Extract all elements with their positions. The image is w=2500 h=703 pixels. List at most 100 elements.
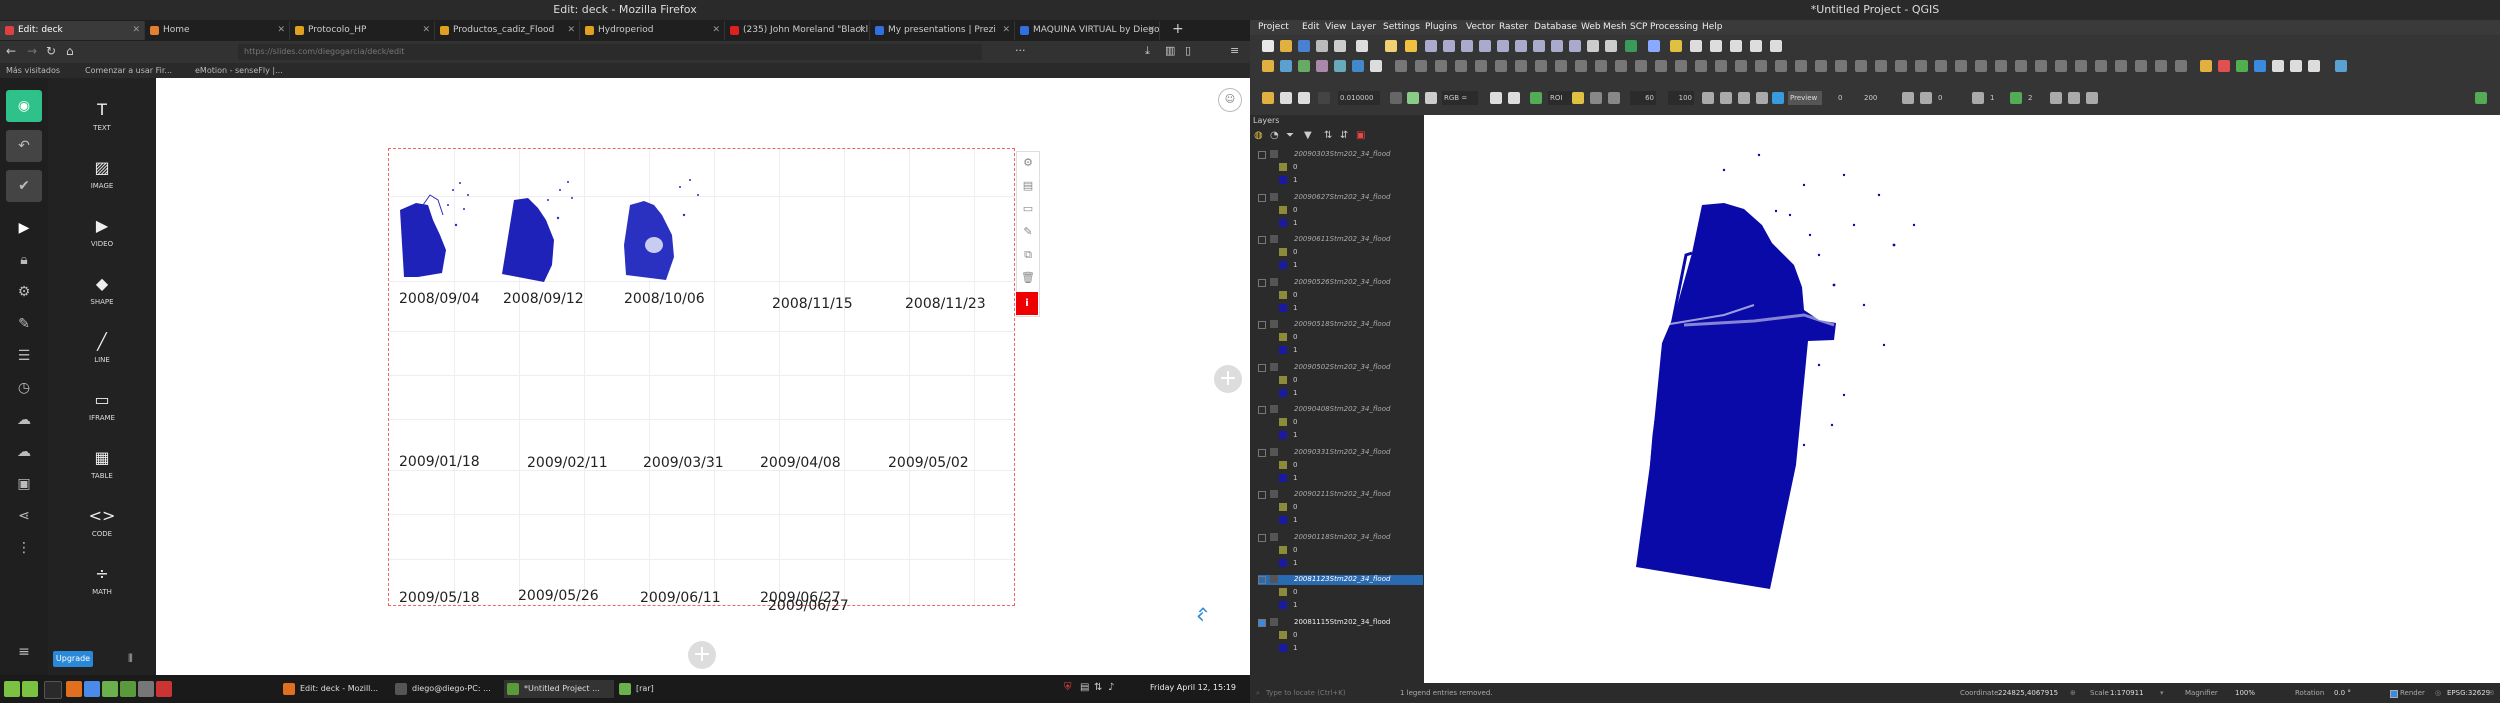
scp-preview-icon[interactable] <box>2236 60 2248 72</box>
layer-checkbox[interactable] <box>1258 321 1266 329</box>
image-library-icon[interactable]: ▣ <box>6 468 42 500</box>
layer-checkbox[interactable] <box>1258 193 1266 202</box>
label-apply-icon[interactable] <box>1955 60 1967 72</box>
tab-maquina[interactable]: MAQUINA VIRTUAL by Diego... ✕ <box>1015 21 1160 40</box>
redo-icon[interactable] <box>1575 60 1587 72</box>
new-map-view-icon[interactable] <box>1587 40 1599 52</box>
tab-prezi[interactable]: My presentations | Prezi ✕ <box>870 21 1015 40</box>
coordinate-field[interactable]: 224825,4067915 <box>1998 683 2058 703</box>
label-edit-icon[interactable] <box>2015 60 2027 72</box>
layer-name[interactable]: 20090211Stm202_34_flood <box>1294 490 1390 498</box>
scp-tools-icon[interactable] <box>2050 92 2062 104</box>
scp-class-icon[interactable] <box>1720 92 1732 104</box>
add-vector-icon[interactable] <box>1262 60 1274 72</box>
add-mesh-icon[interactable] <box>1298 60 1310 72</box>
tab-home[interactable]: Home ✕ <box>145 21 290 40</box>
upgrade-button[interactable]: Upgrade <box>53 651 93 667</box>
edit-icon[interactable] <box>1415 60 1427 72</box>
scp-tool-icon[interactable] <box>2218 60 2230 72</box>
label-move-icon[interactable] <box>1835 60 1847 72</box>
scp-settings-icon[interactable] <box>2290 60 2302 72</box>
tool-line[interactable]: ╱ LINE <box>48 332 156 364</box>
close-icon[interactable]: ✕ <box>1147 21 1155 40</box>
zoom-next-icon[interactable] <box>1569 40 1581 52</box>
close-icon[interactable]: ✕ <box>132 21 140 40</box>
firefox-icon[interactable] <box>66 681 82 697</box>
scp-help-icon[interactable] <box>2272 60 2284 72</box>
label-new-icon[interactable] <box>2035 60 2047 72</box>
layer-item[interactable]: 20090331Stm202_34_flood 0 1 <box>1258 447 1423 490</box>
label-copy-icon[interactable] <box>2115 60 2127 72</box>
label-save-icon[interactable] <box>2075 60 2087 72</box>
menu-vector[interactable]: Vector <box>1466 20 1495 35</box>
close-icon[interactable]: ✕ <box>1002 21 1010 40</box>
magnifier-field[interactable]: 100% <box>2235 683 2255 703</box>
layer-name[interactable]: 20081115Stm202_34_flood <box>1294 618 1390 626</box>
add-slide-right-button[interactable]: + <box>1214 365 1242 393</box>
menu-processing[interactable]: Processing <box>1650 20 1698 35</box>
annotation-icon[interactable] <box>1770 40 1782 52</box>
filezilla-icon[interactable] <box>156 681 172 697</box>
scp-dock-icon[interactable] <box>2254 60 2266 72</box>
layer-checkbox[interactable] <box>1258 236 1266 244</box>
close-icon[interactable]: ✕ <box>857 21 865 40</box>
digitize-icon[interactable] <box>1395 60 1407 72</box>
layer-item[interactable]: 20090303Stm202_34_flood 0 1 <box>1258 150 1423 192</box>
tab-productos[interactable]: Productos_cadiz_Flood ✕ <box>435 21 580 40</box>
start-menu-icon[interactable] <box>4 681 20 697</box>
layer-checkbox[interactable] <box>1258 533 1266 542</box>
add-spatialite-icon[interactable] <box>1334 60 1346 72</box>
tool-table[interactable]: ▦ TABLE <box>48 448 156 480</box>
copy-icon[interactable] <box>1515 60 1527 72</box>
back-icon[interactable]: ← <box>6 44 16 58</box>
menu-web[interactable]: Web <box>1581 20 1601 35</box>
tab-edit-deck[interactable]: Edit: deck ✕ <box>0 21 145 40</box>
gear-icon[interactable]: ⚙ <box>6 276 42 308</box>
close-icon[interactable]: ✕ <box>422 21 430 40</box>
scp-config-icon[interactable] <box>2086 92 2098 104</box>
bookmark-item[interactable]: Comenzar a usar Fir... <box>85 63 172 78</box>
task-terminal[interactable]: diego@diego-PC: ... <box>392 680 502 698</box>
scale-field[interactable]: 1:170911 <box>2110 683 2144 703</box>
rotation-field[interactable]: 0.0 ° <box>2334 683 2351 703</box>
zoom-full-icon[interactable] <box>1479 40 1491 52</box>
scp-remove-preview-icon[interactable] <box>1902 92 1914 104</box>
collapse-icon[interactable]: ⇵ <box>1340 130 1348 141</box>
statistics-icon[interactable] <box>1730 40 1742 52</box>
zoom-out-icon[interactable] <box>1443 40 1455 52</box>
vertex-tool-icon[interactable] <box>1455 60 1467 72</box>
change-label-icon[interactable] <box>1675 60 1687 72</box>
date-label[interactable]: 2009/05/26 <box>518 588 599 604</box>
clock[interactable]: Friday April 12, 15:19 <box>1150 683 1236 692</box>
text-edit-icon[interactable]: ▤ <box>1020 179 1036 195</box>
scp-band-set-icon[interactable] <box>2200 60 2212 72</box>
roi-button[interactable]: ROI <box>1548 91 1572 105</box>
tool-iframe[interactable]: ▭ IFRAME <box>48 390 156 422</box>
layer-name[interactable]: 20090408Stm202_34_flood <box>1294 405 1390 413</box>
tool-text[interactable]: T TEXT <box>48 100 156 132</box>
scp-info-icon[interactable] <box>2308 60 2320 72</box>
present-play-icon[interactable]: ▶ <box>6 212 42 244</box>
field-calculator-icon[interactable] <box>1710 40 1722 52</box>
lock-scale-icon[interactable]: ▾ <box>2160 683 2164 703</box>
crs-field[interactable]: EPSG:32629 <box>2447 683 2490 703</box>
layer-checkbox[interactable] <box>1258 278 1266 287</box>
zoom-rubberband-icon[interactable] <box>1461 40 1473 52</box>
save-as-icon[interactable] <box>1316 40 1328 52</box>
label-clear-icon[interactable] <box>1935 60 1947 72</box>
layer-item[interactable]: 20090518Stm202_34_flood 0 1 <box>1258 320 1423 362</box>
pan-icon[interactable] <box>1385 40 1397 52</box>
scp-zoom-icon[interactable] <box>1390 92 1402 104</box>
tool-image[interactable]: ▨ IMAGE <box>48 158 156 190</box>
scp-std-dev-icon[interactable] <box>1508 92 1520 104</box>
menu-plugins[interactable]: Plugins <box>1425 20 1457 35</box>
layer-item[interactable]: 20090611Stm202_34_flood 0 1 <box>1258 235 1423 277</box>
preview-button[interactable]: Preview <box>1788 91 1822 105</box>
list-icon[interactable]: ≡ <box>6 636 42 668</box>
open-attribute-table-icon[interactable] <box>1690 40 1702 52</box>
scp-cursor-icon[interactable] <box>1318 92 1330 104</box>
refresh-icon[interactable] <box>1625 40 1637 52</box>
open-project-icon[interactable] <box>1280 40 1292 52</box>
scp-local-cumulative-icon[interactable] <box>1490 92 1502 104</box>
label-paste-icon[interactable] <box>2135 60 2147 72</box>
